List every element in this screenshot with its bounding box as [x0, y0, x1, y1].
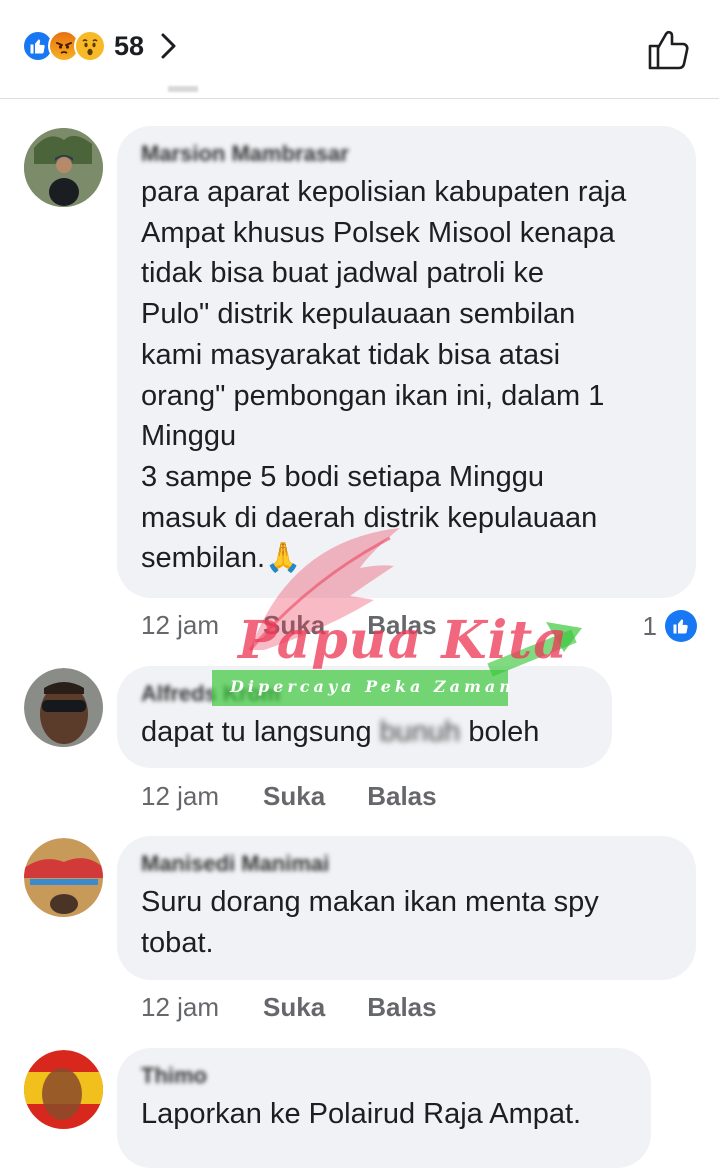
like-count-value: 1	[642, 610, 657, 641]
reply-link[interactable]: Balas	[367, 781, 436, 812]
comment-author[interactable]: Thimo	[141, 1062, 207, 1090]
comment-author[interactable]: Alfreds Krom	[141, 680, 280, 708]
reactions-bar: 58	[0, 0, 719, 99]
clipped-text-fragment	[168, 86, 198, 92]
reaction-summary[interactable]: 58	[22, 30, 180, 62]
comment-text: para aparat kepolisian kabupaten raja Am…	[141, 176, 627, 575]
comment-text: Laporkan ke Polairud Raja Ampat.	[141, 1098, 582, 1130]
comment-bubble: Marsion Mambrasar para aparat kepolisian…	[117, 126, 696, 598]
comment-author[interactable]: Manisedi Manimai	[141, 850, 329, 878]
comment-text: Suru dorang makan ikan menta spy tobat.	[141, 886, 599, 959]
comment-actions: 12 jam Suka Balas	[141, 610, 479, 641]
avatar[interactable]	[24, 668, 103, 747]
like-link[interactable]: Suka	[263, 992, 325, 1023]
avatar[interactable]	[24, 128, 103, 207]
comment-time[interactable]: 12 jam	[141, 610, 219, 641]
censored-word: bunuh	[379, 716, 461, 748]
comment-actions: 12 jam Suka Balas	[141, 992, 479, 1023]
like-link[interactable]: Suka	[263, 781, 325, 812]
reaction-count: 58	[114, 30, 145, 61]
like-badge-icon	[665, 610, 697, 642]
comment-time[interactable]: 12 jam	[141, 781, 219, 812]
avatar[interactable]	[24, 838, 103, 917]
reply-link[interactable]: Balas	[367, 992, 436, 1023]
comment-bubble: Alfreds Krom dapat tu langsung bunuh bol…	[117, 666, 612, 768]
comment-actions: 12 jam Suka Balas	[141, 781, 479, 812]
comment-text-part: dapat tu langsung	[141, 716, 380, 748]
avatar[interactable]	[24, 1050, 103, 1129]
comment-time[interactable]: 12 jam	[141, 992, 219, 1023]
comment-bubble: Manisedi Manimai Suru dorang makan ikan …	[117, 836, 696, 980]
comment-text-part: boleh	[460, 716, 540, 748]
comment-bubble: Thimo Laporkan ke Polairud Raja Ampat.	[117, 1048, 651, 1168]
like-link[interactable]: Suka	[263, 610, 325, 641]
like-thumb-icon[interactable]	[647, 28, 691, 72]
wow-reaction-icon	[74, 30, 106, 62]
chevron-right-icon	[161, 33, 176, 59]
comment-text: dapat tu langsung bunuh boleh	[141, 712, 588, 753]
comment-like-count[interactable]: 1	[643, 610, 697, 642]
comment-author[interactable]: Marsion Mambrasar	[141, 140, 349, 168]
reply-link[interactable]: Balas	[367, 610, 436, 641]
